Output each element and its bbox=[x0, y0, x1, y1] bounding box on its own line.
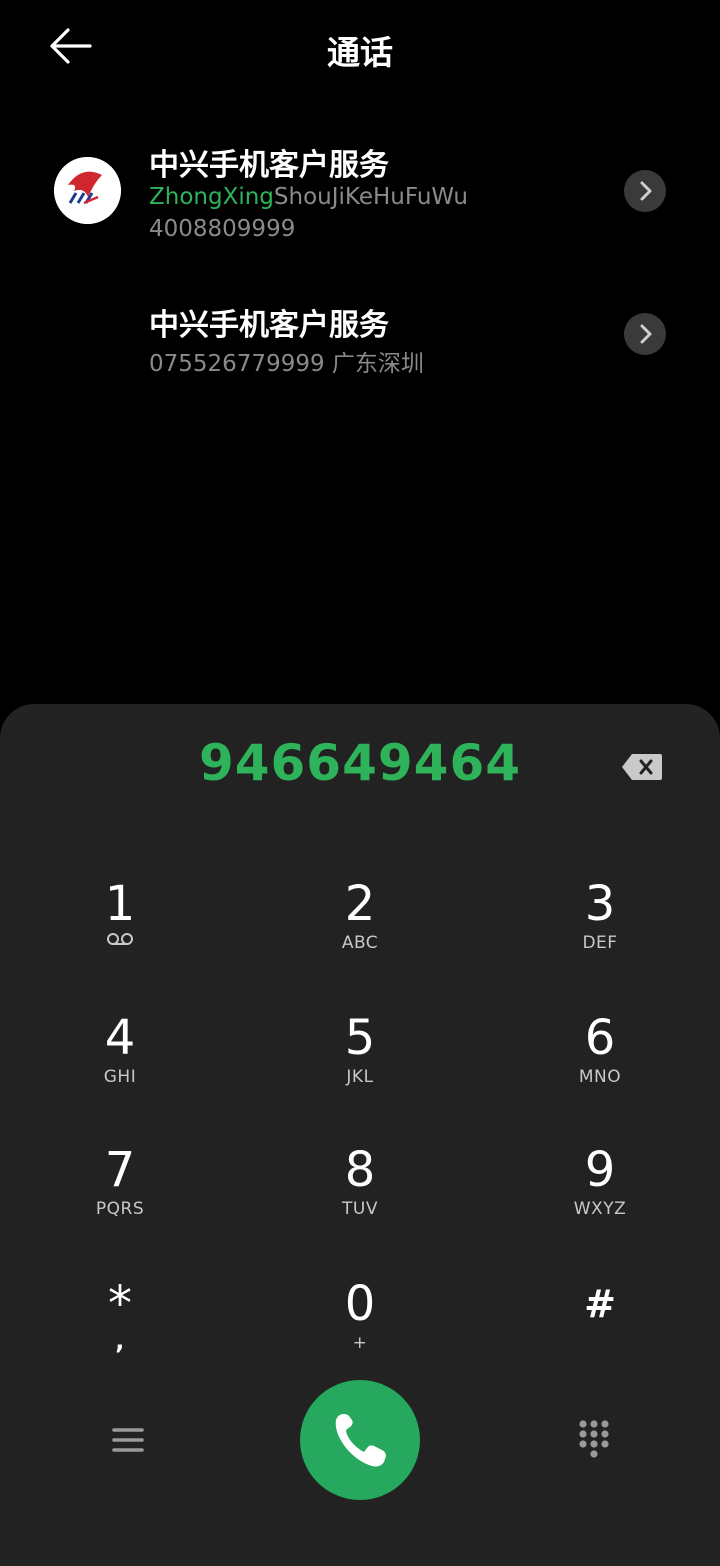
key-digit: 1 bbox=[104, 876, 136, 932]
key-4[interactable]: 4 GHI bbox=[40, 1010, 200, 1120]
key-letters: WXYZ bbox=[573, 1199, 627, 1219]
chevron-right-icon bbox=[640, 181, 652, 201]
key-digit: 2 bbox=[344, 876, 376, 932]
key-9[interactable]: 9 WXYZ bbox=[520, 1142, 680, 1252]
key-letters: DEF bbox=[582, 933, 618, 953]
dialpad: 946649464 1 2 ABC 3 DEF 4 GHI 5 JKL 6 MN… bbox=[0, 704, 720, 1566]
contact-number: 4008809999 bbox=[149, 216, 296, 242]
key-letters: GHI bbox=[103, 1067, 137, 1087]
key-digit: 8 bbox=[344, 1142, 376, 1198]
key-digit: * bbox=[108, 1276, 132, 1332]
key-1[interactable]: 1 bbox=[40, 876, 200, 986]
avatar bbox=[54, 157, 121, 224]
contact-result[interactable]: 中兴手机客户服务 075526779999 广东深圳 bbox=[0, 290, 720, 380]
pinyin-rest: ShouJiKeHuFuWu bbox=[273, 184, 468, 210]
key-digit: # bbox=[584, 1282, 616, 1326]
key-letters: JKL bbox=[346, 1067, 374, 1087]
contact-pinyin: ZhongXingShouJiKeHuFuWu bbox=[149, 184, 468, 210]
phone-icon bbox=[335, 1414, 386, 1467]
key-2[interactable]: 2 ABC bbox=[280, 876, 440, 986]
key-hash[interactable]: # bbox=[520, 1276, 680, 1386]
contact-name: 中兴手机客户服务 bbox=[149, 148, 389, 183]
key-digit: 9 bbox=[584, 1142, 616, 1198]
key-7[interactable]: 7 PQRS bbox=[40, 1142, 200, 1252]
pinyin-match: ZhongXing bbox=[149, 184, 274, 210]
dialpad-icon[interactable] bbox=[572, 1416, 616, 1464]
page-title: 通话 bbox=[327, 33, 393, 72]
key-6[interactable]: 6 MNO bbox=[520, 1010, 680, 1120]
key-letters: + bbox=[352, 1333, 368, 1353]
dialer-screen: 通话 中兴手机客户服务 ZhongXingShouJiKeHuFuWu 4008… bbox=[0, 0, 720, 1566]
details-button[interactable] bbox=[624, 170, 666, 212]
key-letters: TUV bbox=[342, 1199, 378, 1219]
key-digit: 4 bbox=[104, 1010, 136, 1066]
dialed-number: 946649464 bbox=[198, 734, 522, 792]
voicemail-icon bbox=[107, 933, 133, 945]
key-letters: PQRS bbox=[95, 1199, 145, 1219]
key-letters: ABC bbox=[341, 933, 379, 953]
key-digit: 5 bbox=[344, 1010, 376, 1066]
key-letters: , bbox=[115, 1327, 125, 1355]
key-8[interactable]: 8 TUV bbox=[280, 1142, 440, 1252]
key-digit: 6 bbox=[584, 1010, 616, 1066]
menu-icon[interactable] bbox=[108, 1422, 148, 1458]
key-digit: 0 bbox=[344, 1276, 376, 1332]
header: 通话 bbox=[0, 0, 720, 95]
key-3[interactable]: 3 DEF bbox=[520, 876, 680, 986]
zte-logo bbox=[54, 157, 121, 224]
contact-number: 075526779999 广东深圳 bbox=[149, 351, 424, 377]
details-button[interactable] bbox=[624, 313, 666, 355]
key-star[interactable]: * , bbox=[40, 1276, 200, 1386]
chevron-right-icon bbox=[640, 324, 652, 344]
call-button[interactable] bbox=[300, 1380, 420, 1500]
key-5[interactable]: 5 JKL bbox=[280, 1010, 440, 1120]
contact-name: 中兴手机客户服务 bbox=[149, 308, 389, 343]
backspace-icon[interactable] bbox=[620, 752, 664, 782]
key-letters: MNO bbox=[578, 1067, 622, 1087]
key-digit: 7 bbox=[104, 1142, 136, 1198]
key-digit: 3 bbox=[584, 876, 616, 932]
contact-result[interactable]: 中兴手机客户服务 ZhongXingShouJiKeHuFuWu 4008809… bbox=[0, 130, 720, 250]
key-0[interactable]: 0 + bbox=[280, 1276, 440, 1386]
